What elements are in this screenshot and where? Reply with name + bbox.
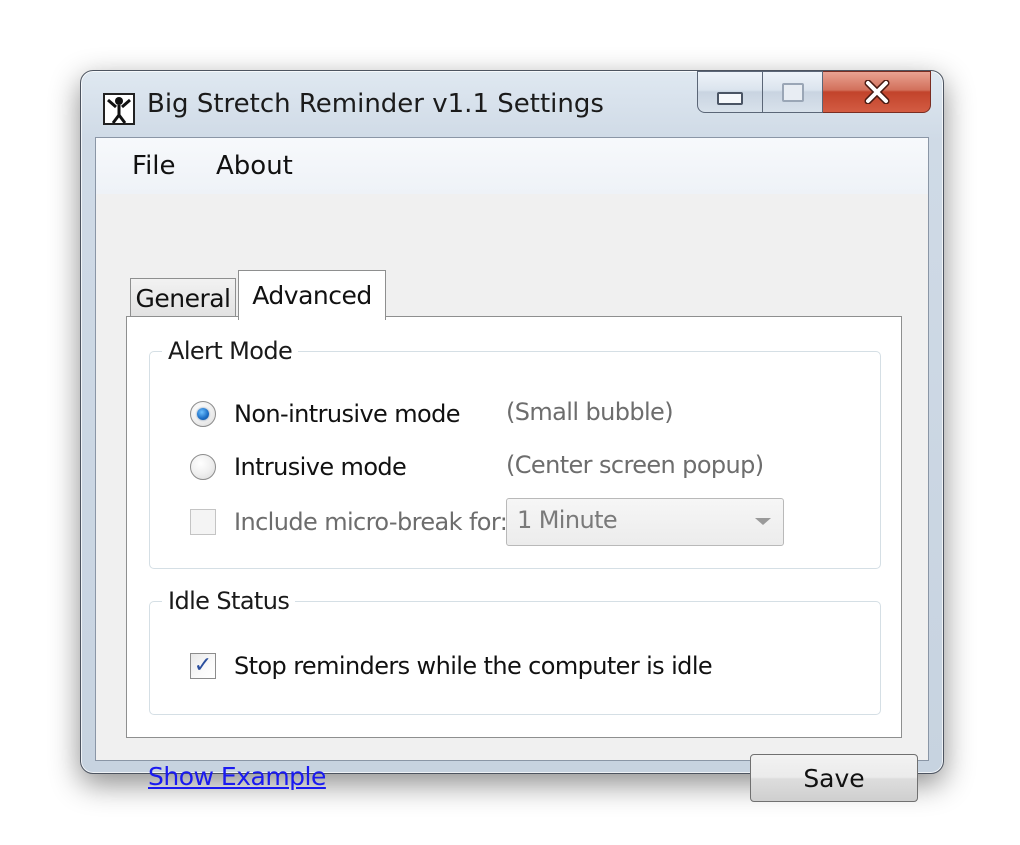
save-button[interactable]: Save (750, 754, 918, 802)
micro-break-duration-value: 1 Minute (517, 506, 618, 534)
stop-when-idle-checkbox[interactable]: ✓ (190, 653, 216, 679)
radio-selected-dot (197, 408, 209, 420)
alert-mode-group: Alert Mode Non-intrusive mode (Small bub… (149, 334, 881, 569)
idle-status-group: Idle Status ✓ Stop reminders while the c… (149, 584, 881, 715)
stretch-figure-icon (103, 93, 135, 125)
non-intrusive-radio-row[interactable]: Non-intrusive mode (190, 396, 461, 432)
non-intrusive-radio[interactable] (190, 401, 216, 427)
intrusive-label: Intrusive mode (234, 453, 407, 481)
stop-when-idle-label: Stop reminders while the computer is idl… (234, 652, 713, 680)
title-bar[interactable]: Big Stretch Reminder v1.1 Settings (81, 71, 943, 137)
maximize-button[interactable] (763, 71, 823, 113)
tab-advanced[interactable]: Advanced (238, 270, 386, 320)
non-intrusive-hint: (Small bubble) (506, 398, 674, 426)
minimize-icon (717, 91, 743, 105)
advanced-tab-panel: Alert Mode Non-intrusive mode (Small bub… (126, 316, 902, 738)
menu-file[interactable]: File (132, 148, 176, 184)
idle-status-legend: Idle Status (162, 584, 296, 618)
menu-bar: File About (96, 138, 928, 194)
settings-window: Big Stretch Reminder v1.1 Settings File … (80, 70, 944, 802)
caption-buttons (697, 71, 931, 115)
stop-when-idle-row[interactable]: ✓ Stop reminders while the computer is i… (190, 648, 713, 684)
menu-about[interactable]: About (216, 148, 293, 184)
maximize-icon (781, 82, 804, 102)
micro-break-row: Include micro-break for: (190, 504, 508, 540)
micro-break-label: Include micro-break for: (234, 508, 508, 536)
close-icon (864, 80, 889, 104)
micro-break-duration-select[interactable]: 1 Minute (506, 498, 784, 546)
window-title: Big Stretch Reminder v1.1 Settings (147, 89, 604, 119)
screen: Big Stretch Reminder v1.1 Settings File … (0, 0, 1020, 845)
non-intrusive-label: Non-intrusive mode (234, 400, 461, 428)
intrusive-hint: (Center screen popup) (506, 451, 764, 479)
close-button[interactable] (823, 71, 931, 113)
alert-mode-legend: Alert Mode (162, 334, 299, 368)
intrusive-radio[interactable] (190, 454, 216, 480)
chevron-down-icon (755, 518, 771, 525)
client-area: File About General Advanced Alert Mode N… (95, 137, 929, 802)
micro-break-checkbox[interactable] (190, 509, 216, 535)
minimize-button[interactable] (697, 71, 763, 113)
tab-general[interactable]: General (130, 278, 236, 318)
show-example-link[interactable]: Show Example (148, 762, 326, 791)
checkmark-icon: ✓ (193, 653, 213, 678)
intrusive-radio-row[interactable]: Intrusive mode (190, 449, 407, 485)
